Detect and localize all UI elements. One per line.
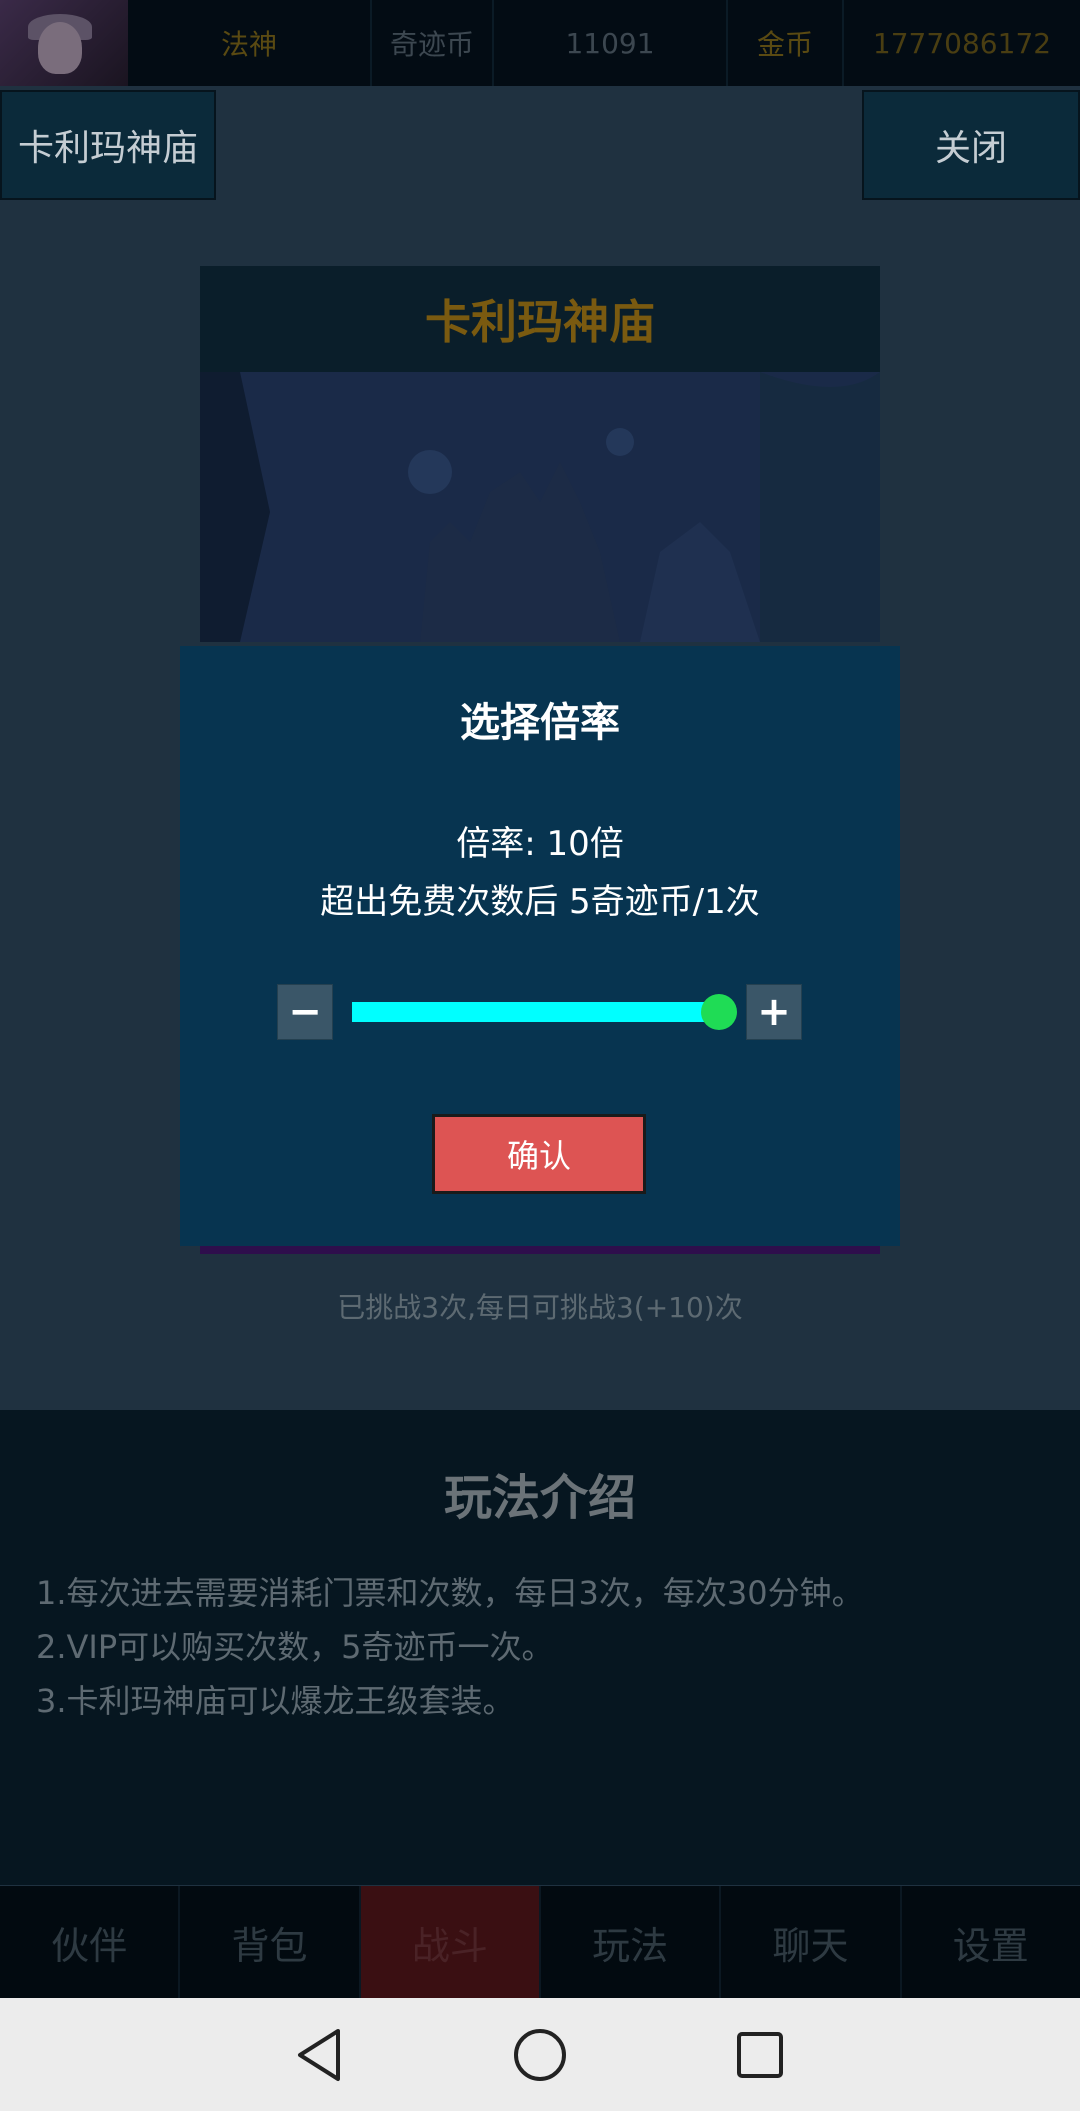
tab-battle[interactable]: 战斗 [360,1886,541,1998]
home-icon[interactable] [510,2025,570,2085]
rate-slider-track[interactable] [352,1002,726,1022]
temple-image [200,372,880,642]
dialog-title: 选择倍率 [460,700,620,746]
close-button[interactable]: 关闭 [862,90,1080,200]
increase-button[interactable]: + [746,984,802,1040]
tab-backpack[interactable]: 背包 [180,1886,361,1998]
tab-partner[interactable]: 伙伴 [0,1886,181,1998]
challenge-count: 已挑战3次,每日可挑战3(+10)次 [337,1291,743,1324]
confirm-button[interactable]: 确认 [432,1114,646,1194]
gold-label: 金币 [728,0,844,86]
decrease-button[interactable]: − [277,984,333,1040]
tab-gameplay[interactable]: 玩法 [541,1886,722,1998]
back-icon[interactable] [290,2025,350,2085]
system-nav-bar [0,1998,1080,2111]
class-name: 法神 [128,0,372,86]
miracle-coin-label: 奇迹币 [372,0,494,86]
cost-text: 超出免费次数后 5奇迹币/1次 [320,882,760,922]
avatar[interactable] [0,0,128,86]
location-title: 卡利玛神庙 [0,90,216,200]
intro-line-1: 1.每次进去需要消耗门票和次数，每日3次，每次30分钟。 [36,1574,864,1612]
intro-line-3: 3.卡利玛神庙可以爆龙王级套装。 [36,1682,515,1720]
gold-value: 1777086172 [872,26,1052,60]
avatar-face [38,22,82,74]
rate-select-dialog: 选择倍率 倍率: 10倍 超出免费次数后 5奇迹币/1次 − + 确认 [180,646,900,1246]
tab-chat[interactable]: 聊天 [721,1886,902,1998]
rate-slider-thumb[interactable] [701,994,737,1030]
intro-line-2: 2.VIP可以购买次数，5奇迹币一次。 [36,1628,554,1666]
recents-icon[interactable] [730,2025,790,2085]
intro-title: 玩法介绍 [443,1470,636,1526]
rate-text: 倍率: 10倍 [456,824,624,864]
temple-scene-illustration [200,372,880,642]
miracle-coin-value: 11091 [494,0,728,86]
temple-title: 卡利玛神庙 [200,266,880,372]
tab-settings[interactable]: 设置 [902,1886,1080,1998]
bottom-tab-bar: 伙伴 背包 战斗 玩法 聊天 设置 [0,1886,1080,1998]
status-bar: 法神 奇迹币 11091 金币 1777086172 [0,0,1080,86]
